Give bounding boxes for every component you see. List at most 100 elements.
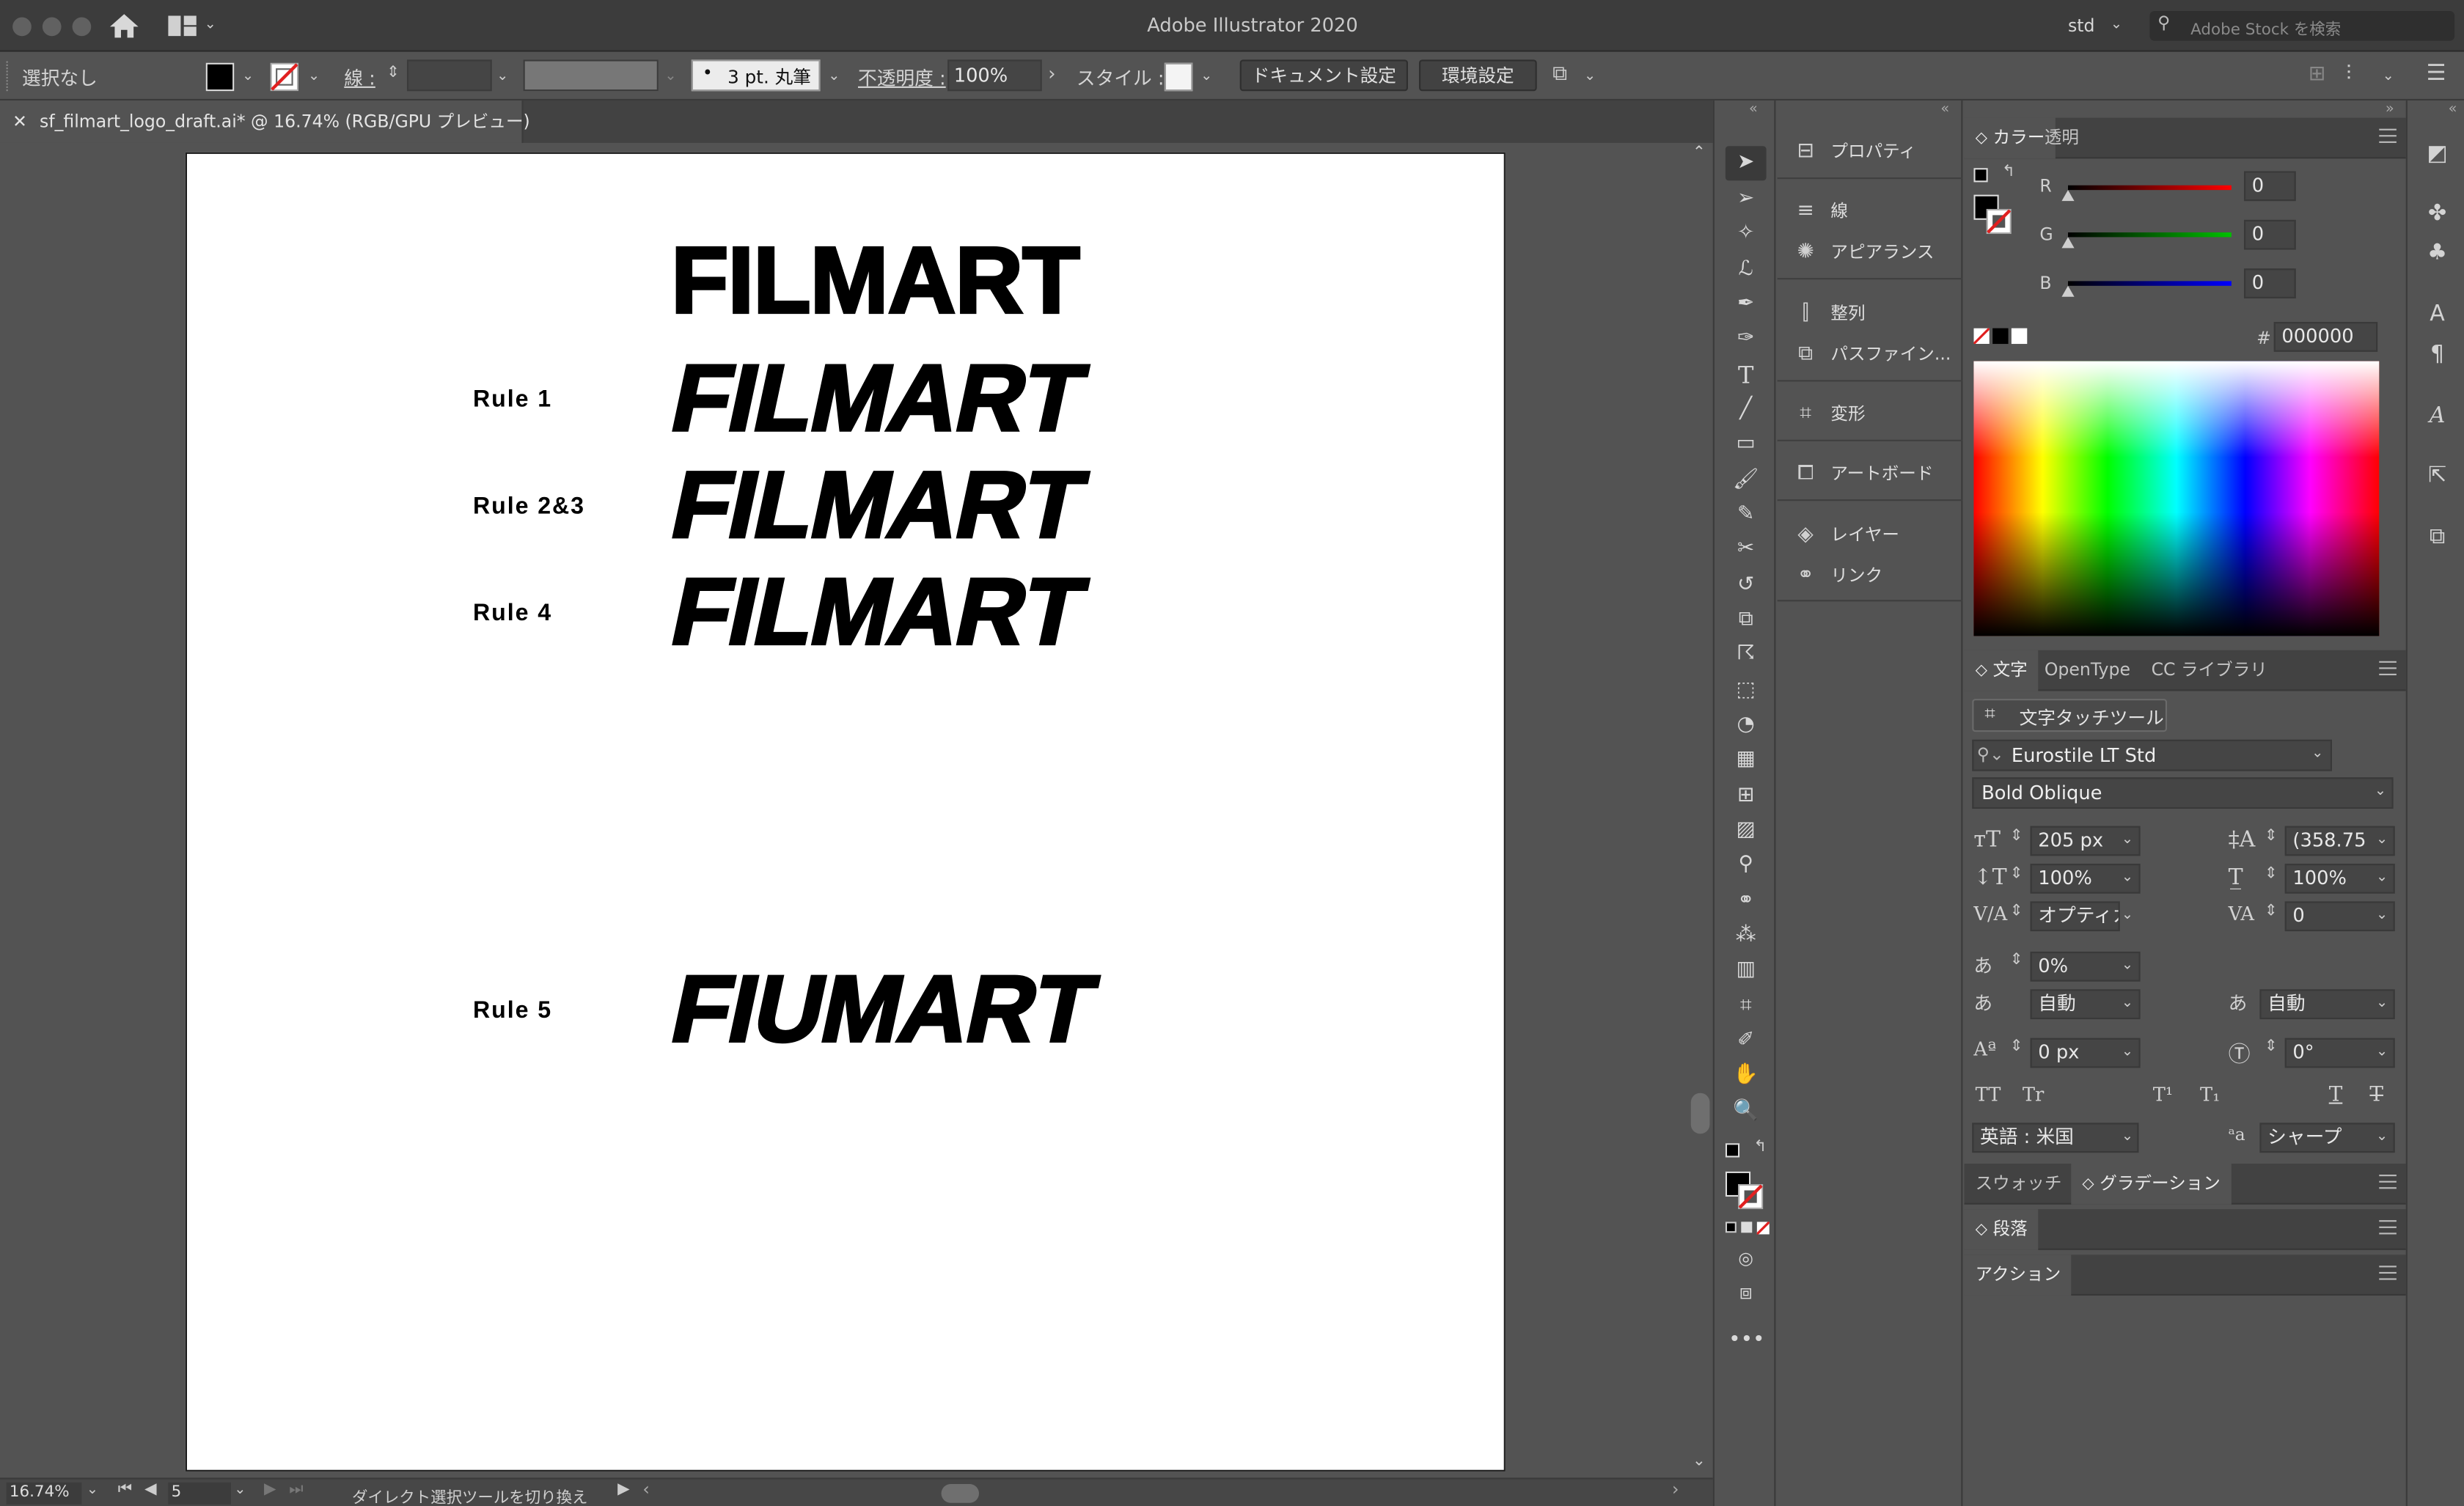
grip-handle[interactable] xyxy=(6,61,11,92)
chevron-down-icon[interactable]: ⌄ xyxy=(308,69,320,84)
vertical-scrollbar[interactable]: ⌃ ⌄ xyxy=(1687,142,1713,1478)
symbols-panel-icon[interactable]: ♣ xyxy=(2421,237,2453,268)
g-slider[interactable] xyxy=(2068,232,2232,238)
warp-tool-icon[interactable]: ☈ xyxy=(1728,639,1763,671)
tab-character[interactable]: ⬦ 文字 xyxy=(1964,650,2039,691)
selection-tool-icon[interactable]: ➤ xyxy=(1728,147,1763,179)
artboard[interactable]: FILMART Rule 1 FILMART Rule 2&3 FILMART … xyxy=(185,152,1506,1472)
export-icon[interactable]: ⇱ xyxy=(2421,460,2453,492)
logo-rule-2-3[interactable]: FILMART xyxy=(661,451,1095,559)
chevron-down-icon[interactable]: ⌄ xyxy=(2376,996,2388,1011)
lasso-icon[interactable]: ℒ xyxy=(1728,254,1763,286)
more-tools-icon[interactable]: ••• xyxy=(1728,1326,1764,1357)
r-value-field[interactable]: 0 xyxy=(2244,171,2296,202)
g-slider-thumb[interactable] xyxy=(2061,237,2075,249)
control-menu-icon[interactable]: ☰ xyxy=(2427,62,2446,87)
chevron-down-icon[interactable]: ⌄ xyxy=(2311,746,2323,761)
none-color-swatch[interactable] xyxy=(1973,328,1990,345)
stroke-label[interactable]: 線 : xyxy=(344,65,375,91)
symbol-sprayer-icon[interactable]: ⁂ xyxy=(1728,920,1763,952)
chevron-down-icon[interactable]: ⌄ xyxy=(2122,1044,2133,1059)
rule-label-2-3[interactable]: Rule 2&3 xyxy=(473,493,585,520)
stroke-none-swatch[interactable] xyxy=(270,62,299,92)
last-artboard-icon[interactable]: ⏭ xyxy=(289,1481,303,1499)
zoom-tool-icon[interactable]: 🔍 xyxy=(1728,1096,1763,1128)
aki-right-field[interactable]: 自動 xyxy=(2259,989,2395,1020)
scale-tool-icon[interactable]: ⧉ xyxy=(1728,605,1763,636)
stepper-icon[interactable]: ⇕ xyxy=(2010,903,2023,921)
rule-label-1[interactable]: Rule 1 xyxy=(473,386,552,413)
chevron-down-icon[interactable]: ⌄ xyxy=(2383,69,2394,84)
magic-wand-icon[interactable]: ✧ xyxy=(1728,218,1763,250)
stepper-icon[interactable]: ⇕ xyxy=(2010,828,2023,845)
panel-menu-icon[interactable] xyxy=(2379,1175,2397,1189)
gradient-mode-icon[interactable] xyxy=(1741,1222,1753,1233)
subscript-button[interactable]: T₁ xyxy=(2200,1084,2220,1106)
scroll-thumb[interactable] xyxy=(1690,1092,1710,1134)
window-zoom-button[interactable] xyxy=(72,17,92,37)
opacity-label[interactable]: 不透明度 : xyxy=(858,65,946,91)
panel-pathfinder[interactable]: ⧉ パスファイン... xyxy=(1778,334,1963,375)
logo-rule-4[interactable]: FILMART xyxy=(661,557,1095,666)
collapse-icon[interactable]: « xyxy=(1749,102,1758,117)
tab-paragraph[interactable]: ⬦ 段落 xyxy=(1964,1209,2039,1250)
chevron-down-icon[interactable]: ⌄ xyxy=(205,18,216,33)
chevron-right-icon[interactable]: › xyxy=(1048,63,1055,85)
character-styles-icon[interactable]: A xyxy=(2421,298,2453,330)
font-style-field[interactable]: Bold Oblique xyxy=(1972,777,2394,809)
stepper-icon[interactable]: ⇕ xyxy=(2010,952,2023,969)
rule-label-5[interactable]: Rule 5 xyxy=(473,997,552,1024)
chevron-down-icon[interactable]: ⌄ xyxy=(1584,69,1596,84)
paragraph-styles-icon[interactable]: ¶ xyxy=(2421,339,2453,371)
panel-menu-icon[interactable] xyxy=(2379,661,2397,675)
panel-transform[interactable]: ⌗ 変形 xyxy=(1778,394,1963,436)
r-slider-thumb[interactable] xyxy=(2061,190,2075,202)
color-stroke-swatch[interactable] xyxy=(1986,208,2012,235)
panel-stroke[interactable]: ≡ 線 xyxy=(1778,191,1963,232)
default-colors-icon[interactable] xyxy=(1973,168,1988,183)
chevron-down-icon[interactable]: ⌄ xyxy=(2111,18,2122,33)
fill-swatch[interactable] xyxy=(205,62,235,92)
workspace-layout-icon[interactable] xyxy=(168,15,197,37)
chevron-down-icon[interactable]: ⌄ xyxy=(2122,1129,2133,1145)
hand-tool-icon[interactable]: ✋ xyxy=(1728,1060,1763,1092)
graph-tool-icon[interactable]: ▥ xyxy=(1728,955,1763,986)
gradient-panel-icon[interactable]: ◩ xyxy=(2421,138,2453,169)
chevron-down-icon[interactable]: ⌄ xyxy=(234,1483,246,1498)
stroke-color-icon[interactable] xyxy=(1738,1183,1764,1210)
swap-colors-icon[interactable]: ↰ xyxy=(2002,164,2015,181)
workspace-switcher[interactable]: std xyxy=(2068,15,2094,36)
stepper-icon[interactable]: ⇕ xyxy=(386,65,400,82)
eyedropper-icon[interactable]: ⚲ xyxy=(1728,850,1763,881)
graphic-style-swatch[interactable] xyxy=(1164,62,1193,92)
arrange-documents-icon[interactable]: ⧉ xyxy=(1552,63,1567,87)
chevron-down-icon[interactable]: ⌄ xyxy=(242,69,254,84)
preferences-button[interactable]: 環境設定 xyxy=(1418,59,1537,92)
default-colors-icon[interactable] xyxy=(1725,1143,1740,1158)
tab-swatches[interactable]: スウォッチ xyxy=(1965,1164,2073,1205)
slice-tool-icon[interactable]: ✐ xyxy=(1728,1026,1763,1057)
chevron-down-icon[interactable]: ⌄ xyxy=(2376,832,2388,848)
paintbrush-icon[interactable]: 🖌 xyxy=(1728,465,1763,496)
artboard-number-field[interactable]: 5 xyxy=(168,1482,231,1505)
tab-actions[interactable]: アクション xyxy=(1964,1255,2072,1296)
close-icon[interactable]: ✕ xyxy=(12,111,27,132)
all-caps-button[interactable]: TT xyxy=(1976,1084,2001,1106)
rule-label-4[interactable]: Rule 4 xyxy=(473,600,552,626)
stepper-icon[interactable]: ⇕ xyxy=(2265,903,2278,921)
panel-menu-icon[interactable] xyxy=(2379,128,2397,143)
chevron-down-icon[interactable]: ⌄ xyxy=(2122,908,2133,923)
status-menu-icon[interactable]: ▶ xyxy=(617,1481,630,1499)
superscript-button[interactable]: T¹ xyxy=(2153,1084,2173,1106)
b-slider-thumb[interactable] xyxy=(2061,285,2075,297)
type-tool-icon[interactable]: T xyxy=(1728,359,1763,391)
small-caps-button[interactable]: Tr xyxy=(2023,1084,2044,1106)
logo-rule-1[interactable]: FILMART xyxy=(661,344,1095,452)
window-minimize-button[interactable] xyxy=(42,17,62,37)
panel-appearance[interactable]: ✺ アピアランス xyxy=(1778,232,1963,273)
stepper-icon[interactable]: ⇕ xyxy=(2010,865,2023,883)
pen-tool-icon[interactable]: ✒ xyxy=(1728,289,1763,320)
rectangle-tool-icon[interactable]: ▭ xyxy=(1728,429,1763,460)
align-options-icon[interactable]: ⫶ xyxy=(2346,63,2351,87)
r-slider[interactable] xyxy=(2068,185,2232,191)
